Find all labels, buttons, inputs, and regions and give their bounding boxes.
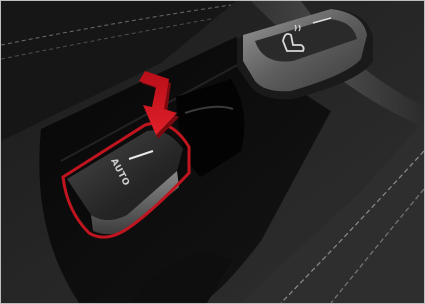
photo-frame: AUTO <box>0 0 425 304</box>
car-console-scene <box>1 1 424 303</box>
